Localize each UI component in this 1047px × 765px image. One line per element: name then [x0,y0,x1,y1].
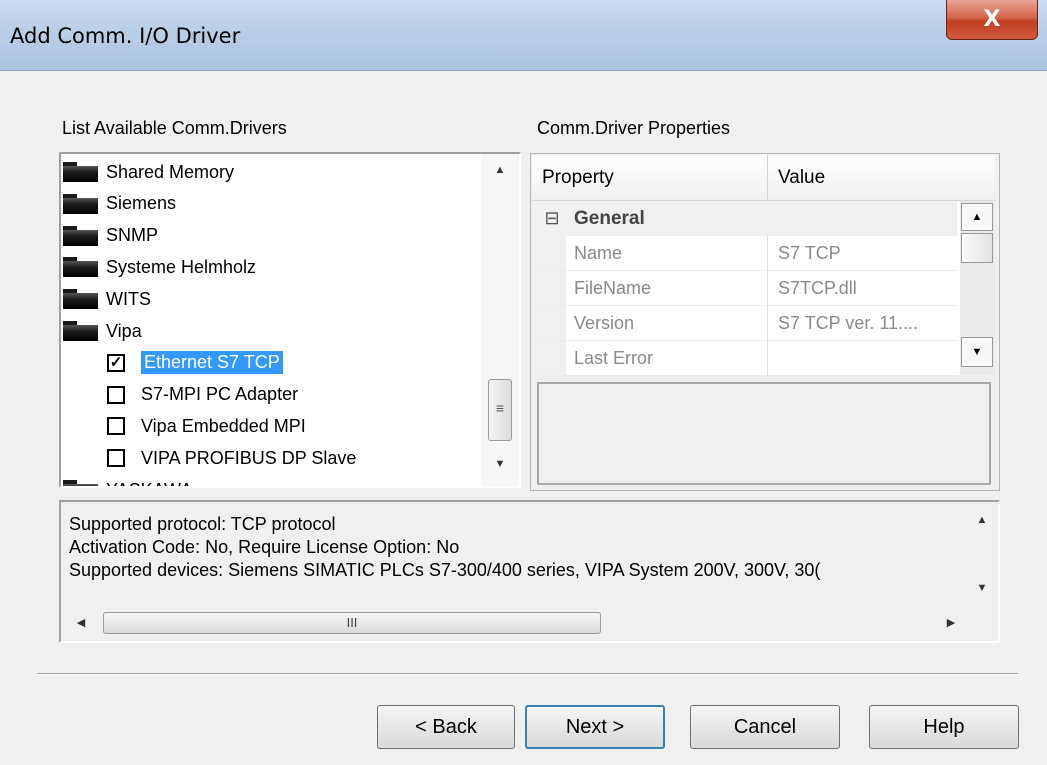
tree-scroll-down-icon[interactable]: ▼ [481,458,519,470]
driver-checkbox[interactable] [107,385,125,404]
grid-scroll-up[interactable]: ▲ [961,203,993,231]
folder-icon [63,289,98,310]
description-line: Activation Code: No, Require License Opt… [69,537,460,557]
tree-driver-item[interactable]: VIPA PROFIBUS DP Slave [107,443,356,473]
close-icon: X [983,7,1001,32]
tree-scroll-up-icon[interactable]: ▲ [481,164,519,176]
tree-item-label: Vipa Embedded MPI [141,415,306,436]
property-description-box [537,382,991,485]
tree-driver-item[interactable]: S7-MPI PC Adapter [107,380,298,410]
collapse-icon[interactable]: ⊟ [538,208,566,229]
desc-vscrollbar[interactable]: ▲ ▼ [966,502,998,602]
tree-item-label: YASKAWA [106,480,192,487]
cancel-button[interactable]: Cancel [690,705,840,749]
tree-item-label: VIPA PROFIBUS DP Slave [141,447,357,468]
grid-scroll-down[interactable]: ▼ [961,337,993,367]
desc-hscroll-thumb[interactable]: III [103,612,601,634]
tree-folder-item[interactable]: Siemens [63,189,176,219]
tree-folder-item[interactable]: WITS [63,284,151,314]
properties-panel: Property Value ⊟ General ▲ ▼ Name S7 TCP F… [530,153,1000,491]
tree-vscrollbar[interactable]: ▲ ≡ ▼ [481,154,519,486]
separator [37,673,1018,675]
folder-icon [63,321,98,341]
tree-item-label: S7-MPI PC Adapter [141,384,299,405]
desc-scroll-right-icon[interactable]: ▶ [941,616,961,629]
folder-icon [63,225,98,246]
tree-item-label: Ethernet S7 TCP [141,351,283,375]
tree-item-label: Shared Memory [106,161,235,182]
tree-item-label: Systeme Helmholz [106,256,257,277]
close-button[interactable]: X [946,0,1038,40]
tree-item-label: WITS [106,288,151,309]
grid-scroll-down-icon: ▼ [971,346,983,358]
description-line: Supported protocol: TCP protocol [69,514,336,534]
properties-label: Comm.Driver Properties [537,118,731,138]
driver-checkbox[interactable] [107,417,125,436]
description-line: Supported devices: Siemens SIMATIC PLCs … [69,560,821,580]
tree-folder-item[interactable]: SNMP [63,221,158,251]
next-button[interactable]: Next > [525,705,665,749]
folder-icon [63,480,98,486]
tree-folder-item[interactable]: Systeme Helmholz [63,252,256,282]
tree-scroll-thumb[interactable]: ≡ [488,379,512,441]
grip-icon: ≡ [495,400,505,416]
grid-vscrollbar[interactable]: ▲ ▼ [960,201,995,375]
help-button[interactable]: Help [869,705,1019,749]
drivers-tree: Shared Memory Siemens SNMP Systeme Helmholz… [59,152,521,488]
desc-scroll-left-icon[interactable]: ◀ [71,616,91,629]
folder-icon [63,257,98,278]
property-grid: Property Value ⊟ General ▲ ▼ Name S7 TCP F… [532,155,995,376]
header-value[interactable]: Value [768,155,995,201]
window-title: Add Comm. I/O Driver [10,24,241,48]
tree-driver-item[interactable]: ✓ Ethernet S7 TCP [107,348,283,378]
tree-folder-item[interactable]: Vipa [63,316,142,346]
tree-folder-item[interactable]: Shared Memory [63,157,234,187]
drivers-list-label: List Available Comm.Drivers [62,118,287,138]
add-driver-dialog: Add Comm. I/O Driver X List Available Co… [0,0,1047,765]
property-name[interactable]: Version [532,306,768,341]
folder-icon [63,193,98,214]
property-value[interactable]: S7 TCP [768,236,958,271]
tree-item-label: Vipa [106,320,142,341]
tree-driver-item[interactable]: Vipa Embedded MPI [107,411,306,441]
driver-checkbox[interactable]: ✓ [107,353,125,372]
grid-scroll-thumb[interactable] [961,233,993,263]
property-value[interactable]: S7 TCP ver. 11.... [768,306,958,341]
grid-scroll-up-icon: ▲ [971,211,983,223]
hscroll-grip-icon: III [346,615,358,630]
title-bar: Add Comm. I/O Driver X [0,0,1047,71]
header-property[interactable]: Property [532,155,768,201]
property-name[interactable]: FileName [532,271,768,306]
property-value[interactable] [768,341,958,376]
driver-checkbox[interactable] [107,449,125,468]
driver-description: Supported protocol: TCP protocol Activati… [59,500,1000,643]
back-button[interactable]: < Back [377,705,515,749]
property-name[interactable]: Last Error [532,341,768,376]
tree-item-label: Siemens [106,193,177,214]
tree-item-label: SNMP [106,225,159,246]
property-value[interactable]: S7TCP.dll [768,271,958,306]
desc-scroll-up-icon[interactable]: ▲ [966,514,998,526]
category-general[interactable]: ⊟ General [532,201,957,236]
folder-icon [63,162,98,182]
desc-hscrollbar[interactable]: ◀ III ▶ [61,606,998,641]
desc-scroll-down-icon[interactable]: ▼ [966,582,998,594]
property-name[interactable]: Name [532,236,768,271]
tree-folder-item[interactable]: YASKAWA [63,475,192,487]
category-label: General [574,207,645,229]
